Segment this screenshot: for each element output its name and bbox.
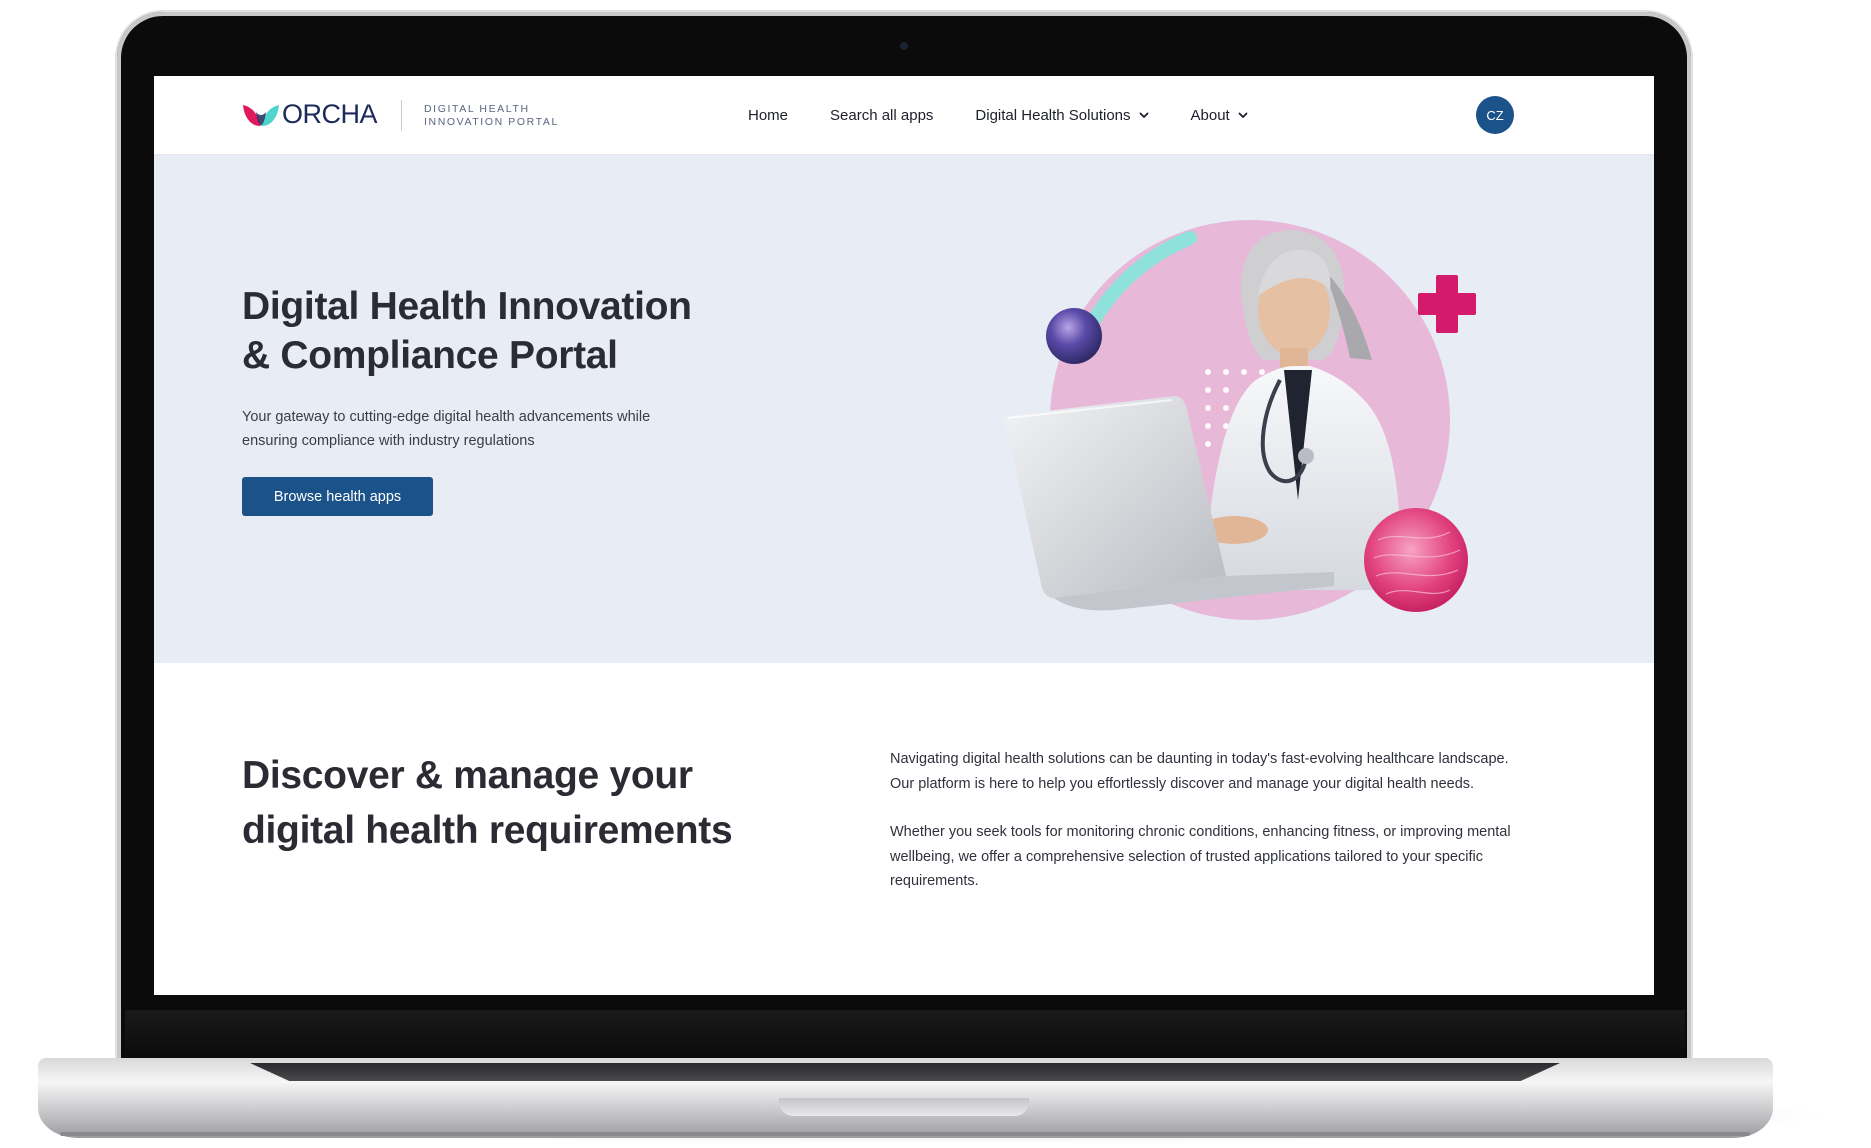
chevron-down-icon xyxy=(1139,112,1148,118)
camera-icon xyxy=(900,42,908,50)
laptop-edge xyxy=(60,1132,1750,1136)
plus-icon xyxy=(1418,275,1476,333)
brand-name[interactable]: ORCHA xyxy=(282,99,378,130)
brand-subtitle-line2: INNOVATION PORTAL xyxy=(424,116,559,128)
hero-subtitle: Your gateway to cutting-edge digital hea… xyxy=(242,405,712,453)
nav-link-about[interactable]: About xyxy=(1191,107,1248,124)
main-nav: Home Search all apps Digital Health Solu… xyxy=(748,103,1290,127)
laptop-keyboard xyxy=(250,1063,1560,1081)
hero-section: Digital Health Innovation & Compliance P… xyxy=(154,155,1654,663)
discover-section: Discover & manage your digital health re… xyxy=(154,663,1654,995)
hero-title: Digital Health Innovation & Compliance P… xyxy=(242,282,762,380)
laptop-notch xyxy=(779,1098,1029,1116)
top-navigation: ORCHA DIGITAL HEALTH INNOVATION PORTAL H… xyxy=(154,76,1654,155)
chevron-down-icon xyxy=(1238,112,1248,118)
section-title-line2: digital health requirements xyxy=(242,809,733,852)
hero-subtitle-line2: ensuring compliance with industry regula… xyxy=(242,433,535,449)
orcha-logo-icon[interactable] xyxy=(242,102,280,128)
section-paragraph-1: Navigating digital health solutions can … xyxy=(890,751,1509,792)
nav-link-label: About xyxy=(1190,106,1230,124)
browse-health-apps-button[interactable]: Browse health apps xyxy=(242,477,433,516)
decorative-textured-circle xyxy=(1364,508,1468,612)
user-avatar[interactable]: CZ xyxy=(1476,96,1514,134)
nav-link-digital-health-solutions[interactable]: Digital Health Solutions xyxy=(975,107,1148,124)
nav-link-search-all-apps[interactable]: Search all apps xyxy=(830,107,933,124)
brand-subtitle: DIGITAL HEALTH INNOVATION PORTAL xyxy=(424,103,559,129)
nav-link-label: Home xyxy=(748,106,789,124)
nav-link-home[interactable]: Home xyxy=(748,107,788,124)
laptop-screen: ORCHA DIGITAL HEALTH INNOVATION PORTAL H… xyxy=(154,76,1654,995)
section-body: Navigating digital health solutions can … xyxy=(890,747,1530,918)
nav-link-label: Digital Health Solutions xyxy=(975,106,1131,124)
hero-title-line2: & Compliance Portal xyxy=(242,334,618,377)
nav-link-label: Search all apps xyxy=(830,106,934,124)
section-title-line1: Discover & manage your xyxy=(242,754,693,797)
brand-subtitle-line1: DIGITAL HEALTH xyxy=(424,103,530,115)
decorative-orb xyxy=(1046,308,1102,364)
section-title: Discover & manage your digital health re… xyxy=(242,748,802,858)
hero-title-line1: Digital Health Innovation xyxy=(242,285,692,328)
hero-subtitle-line1: Your gateway to cutting-edge digital hea… xyxy=(242,409,651,425)
section-paragraph-2: Whether you seek tools for monitoring ch… xyxy=(890,824,1511,889)
hero-illustration xyxy=(1004,220,1476,620)
logo-divider xyxy=(401,100,402,131)
laptop-hinge xyxy=(125,1010,1685,1060)
